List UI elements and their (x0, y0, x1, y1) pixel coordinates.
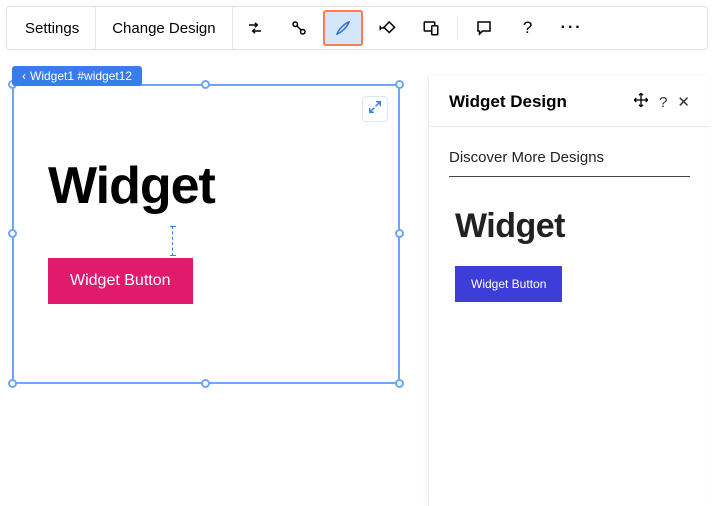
snap-guide (172, 226, 173, 256)
resize-handle-mr[interactable] (395, 229, 404, 238)
link-icon (290, 19, 308, 37)
devices-icon (422, 19, 440, 37)
toolbar: Settings Change Design (6, 6, 708, 50)
settings-button[interactable]: Settings (9, 7, 96, 49)
resize-handle-bl[interactable] (8, 379, 17, 388)
change-design-button[interactable]: Change Design (96, 7, 232, 49)
panel-divider (429, 126, 710, 127)
move-icon (633, 95, 649, 112)
comment-button[interactable] (464, 10, 504, 46)
preview-title: Widget (455, 207, 690, 246)
resize-handle-bm[interactable] (201, 379, 210, 388)
breadcrumb-label: Widget1 #widget12 (30, 69, 132, 83)
panel-help-button[interactable]: ? (659, 94, 667, 111)
more-button[interactable]: ··· (552, 10, 592, 46)
panel-title: Widget Design (449, 92, 567, 112)
link-button[interactable] (279, 10, 319, 46)
resize-handle-br[interactable] (395, 379, 404, 388)
preview-button: Widget Button (455, 266, 562, 302)
help-button[interactable]: ? (508, 10, 548, 46)
comment-icon (475, 19, 493, 37)
resize-handle-tm[interactable] (201, 80, 210, 89)
help-icon: ? (523, 18, 532, 38)
design-brush-button[interactable] (323, 10, 363, 46)
toolbar-divider (457, 16, 458, 40)
breadcrumb[interactable]: ‹ Widget1 #widget12 (12, 66, 142, 86)
more-icon: ··· (561, 19, 583, 37)
animations-button[interactable] (235, 10, 275, 46)
selected-widget-frame[interactable]: Widget Widget Button (12, 84, 400, 384)
brush-icon (334, 19, 352, 37)
sliders-icon (246, 19, 264, 37)
design-panel: Widget Design ? ✕ Discover More Designs … (428, 76, 710, 506)
widget-title[interactable]: Widget (48, 156, 215, 216)
panel-subtitle[interactable]: Discover More Designs (449, 149, 690, 177)
resize-handle-tr[interactable] (395, 80, 404, 89)
move-panel-button[interactable] (633, 92, 649, 112)
widget-button[interactable]: Widget Button (48, 258, 193, 304)
transition-button[interactable] (367, 10, 407, 46)
resize-handle-ml[interactable] (8, 229, 17, 238)
chevron-left-icon: ‹ (22, 69, 26, 83)
panel-close-button[interactable]: ✕ (677, 93, 690, 111)
panel-header: Widget Design ? ✕ (449, 92, 690, 126)
expand-button[interactable] (362, 96, 388, 122)
design-preview[interactable]: Widget Widget Button (449, 207, 690, 302)
expand-icon (368, 100, 382, 119)
diamond-icon (377, 19, 397, 37)
responsive-button[interactable] (411, 10, 451, 46)
